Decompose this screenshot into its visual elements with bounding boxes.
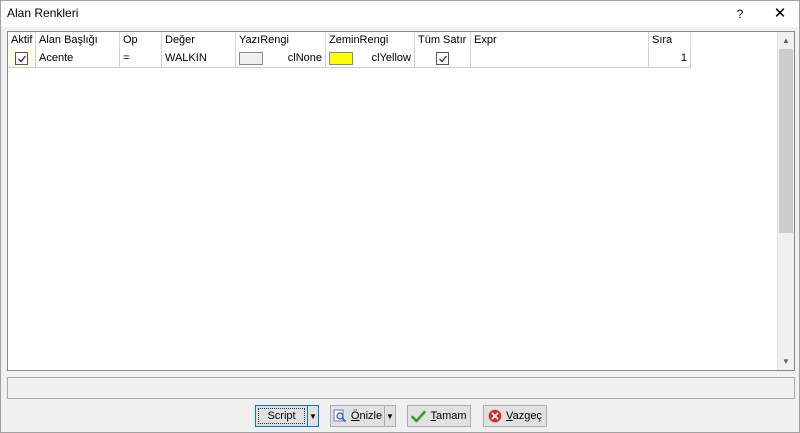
cell-op[interactable]: = xyxy=(120,49,162,68)
help-button[interactable]: ? xyxy=(723,1,757,27)
column-header-alan-basligi[interactable]: Alan Başlığı xyxy=(36,32,120,49)
tamam-button[interactable]: Tamam xyxy=(407,405,471,427)
cell-sira[interactable]: 1 xyxy=(649,49,691,68)
script-button[interactable]: Script xyxy=(255,405,308,427)
column-header-deger[interactable]: Değer xyxy=(162,32,236,49)
column-header-yazi-rengi[interactable]: YazıRengi xyxy=(236,32,326,49)
onizle-button-label: Önizle xyxy=(350,410,383,422)
table-row[interactable]: Acente = WALKIN clNone clYellow 1 xyxy=(8,49,691,68)
column-header-op[interactable]: Op xyxy=(120,32,162,49)
checkmark-icon xyxy=(18,55,27,63)
window-title: Alan Renkleri xyxy=(7,6,79,20)
close-button[interactable]: ✕ xyxy=(763,1,797,27)
aktif-checkbox[interactable] xyxy=(15,52,28,65)
title-bar: Alan Renkleri ? ✕ xyxy=(1,1,799,27)
red-cancel-icon xyxy=(488,409,502,423)
cell-zemin-rengi[interactable]: clYellow xyxy=(326,49,415,68)
grid-header: Aktif Alan Başlığı Op Değer YazıRengi Ze… xyxy=(8,32,698,49)
scroll-down-arrow-icon[interactable]: ▼ xyxy=(778,353,794,370)
tamam-button-label: Tamam xyxy=(430,410,467,422)
alan-renkleri-dialog: Alan Renkleri ? ✕ Aktif Alan Başlığı Op … xyxy=(0,0,800,433)
cell-deger[interactable]: WALKIN xyxy=(162,49,236,68)
zemin-rengi-swatch xyxy=(329,52,353,65)
cell-alan-basligi[interactable]: Acente xyxy=(36,49,120,68)
vazgec-button[interactable]: Vazgeç xyxy=(483,405,547,427)
column-header-zemin-rengi[interactable]: ZeminRengi xyxy=(326,32,415,49)
onizle-dropdown-button[interactable]: ▼ xyxy=(384,405,396,427)
chevron-down-icon: ▼ xyxy=(309,411,317,421)
zemin-rengi-label: clYellow xyxy=(371,52,411,64)
checkmark-icon xyxy=(439,55,448,63)
color-rules-grid[interactable]: Aktif Alan Başlığı Op Değer YazıRengi Ze… xyxy=(7,31,795,371)
green-check-icon xyxy=(411,410,427,423)
chevron-down-icon: ▼ xyxy=(386,411,394,421)
vazgec-button-label: Vazgeç xyxy=(506,410,542,422)
magnifier-document-icon xyxy=(333,409,347,423)
vertical-scrollbar[interactable]: ▲ ▼ xyxy=(777,32,794,370)
cell-expr[interactable] xyxy=(471,49,649,68)
scroll-thumb[interactable] xyxy=(779,49,793,233)
column-header-expr[interactable]: Expr xyxy=(471,32,649,49)
status-bar xyxy=(7,377,795,399)
script-dropdown-button[interactable]: ▼ xyxy=(307,405,319,427)
cell-yazi-rengi[interactable]: clNone xyxy=(236,49,326,68)
yazi-rengi-label: clNone xyxy=(287,52,322,64)
column-header-aktif[interactable]: Aktif xyxy=(8,32,36,49)
column-header-sira[interactable]: Sıra xyxy=(649,32,691,49)
scroll-up-arrow-icon[interactable]: ▲ xyxy=(778,32,794,49)
cell-aktif[interactable] xyxy=(8,49,36,68)
onizle-button[interactable]: Önizle xyxy=(330,405,385,427)
script-button-label: Script xyxy=(267,410,296,422)
cell-tum-satir[interactable] xyxy=(415,49,471,68)
tum-satir-checkbox[interactable] xyxy=(436,52,449,65)
yazi-rengi-swatch xyxy=(239,52,263,65)
column-header-tum-satir[interactable]: Tüm Satır xyxy=(415,32,471,49)
